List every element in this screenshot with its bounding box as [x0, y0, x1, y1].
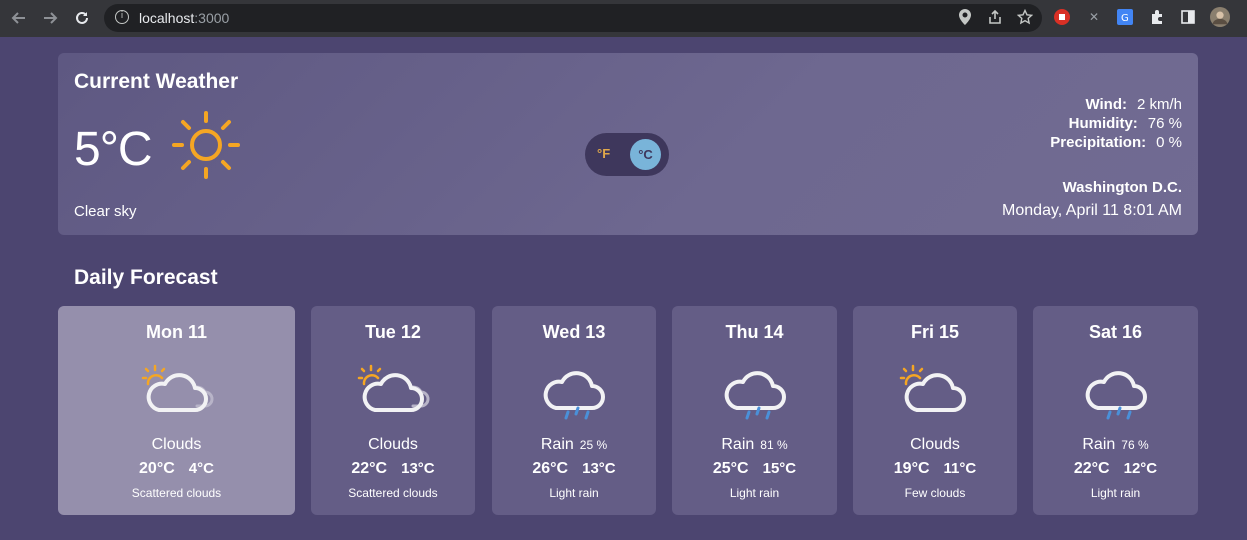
weather-stats: Wind: 2 km/h Humidity: 76 % Precipitation:… [1050, 95, 1182, 152]
stat-humidity: Humidity: 76 % [1068, 115, 1182, 132]
partly-cloudy-icon [135, 358, 219, 422]
high-temp: 19°C [893, 460, 930, 477]
side-panel-icon[interactable] [1178, 7, 1198, 27]
rain-cloud-icon [1074, 358, 1158, 422]
current-temperature: 5°C [74, 123, 153, 176]
high-temp: 20°C [139, 460, 175, 477]
stat-precipitation: Precipitation: 0 % [1050, 134, 1182, 151]
forecast-temps: 26°C 13°C [492, 460, 656, 478]
high-temp: 26°C [532, 460, 569, 477]
forecast-condition: Clouds [910, 436, 960, 453]
current-weather-card: Current Weather 5°C Clear sky °F °C Wind… [58, 53, 1198, 235]
forecast-day: Mon 11 [145, 322, 207, 342]
fahrenheit-option[interactable]: °F [597, 146, 610, 161]
address-bar[interactable]: i localhost:3000 [104, 4, 1042, 32]
forecast-condition: Rain 25 % [540, 436, 608, 453]
forecast-day: Tue 12 [365, 322, 421, 342]
forecast-card[interactable]: Mon 11 Clouds 20°C 4°C Scattered clouds [58, 306, 295, 515]
current-weather-title: Current Weather [74, 70, 239, 93]
forward-arrow-icon[interactable] [39, 7, 61, 29]
forecast-detail: Few clouds [904, 486, 966, 500]
forecast-condition: Clouds [368, 436, 418, 453]
partly-cloudy-icon [351, 358, 435, 422]
forecast-temps: 25°C 15°C [672, 460, 837, 478]
forecast-day: Thu 14 [725, 322, 784, 342]
forecast-card[interactable]: Tue 12 Clouds 22°C 13°C Scattered clouds [311, 306, 475, 515]
forecast-detail: Scattered clouds [348, 486, 438, 500]
browser-toolbar: i localhost:3000 ✕ G [0, 0, 1247, 37]
extension-x-icon[interactable]: ✕ [1084, 7, 1104, 27]
forecast-temps: 20°C 4°C [58, 460, 295, 478]
forecast-detail: Scattered clouds [131, 486, 222, 500]
forecast-condition: Rain 81 % [721, 436, 788, 453]
low-temp: 4°C [188, 460, 214, 477]
forecast-temps: 22°C 12°C [1033, 460, 1198, 478]
rain-cloud-icon [532, 358, 616, 422]
forecast-detail: Light rain [1090, 486, 1141, 500]
current-description: Clear sky [74, 203, 137, 220]
precipitation-probability: 76 % [1121, 438, 1149, 452]
low-temp: 12°C [1123, 460, 1158, 477]
info-icon[interactable]: i [115, 10, 129, 24]
precipitation-probability: 81 % [760, 438, 788, 452]
reload-icon[interactable] [71, 7, 93, 29]
forecast-day: Wed 13 [542, 322, 606, 342]
forecast-temps: 19°C 11°C [853, 460, 1017, 478]
celsius-option[interactable]: °C [630, 139, 661, 170]
high-temp: 22°C [351, 460, 388, 477]
current-datetime: Monday, April 11 8:01 AM [1002, 202, 1182, 219]
forecast-condition: Clouds [151, 436, 202, 453]
forecast-detail: Light rain [549, 486, 599, 500]
bookmark-star-icon[interactable] [1016, 8, 1034, 26]
forecast-day: Sat 16 [1088, 322, 1143, 342]
sun-icon [172, 111, 240, 179]
forecast-card[interactable]: Thu 14 Rain 81 % 25°C 15°C Light rain [672, 306, 837, 515]
location-name: Washington D.C. [1062, 179, 1182, 196]
high-temp: 25°C [712, 460, 749, 477]
stat-wind: Wind: 2 km/h [1085, 96, 1182, 113]
share-icon[interactable] [986, 8, 1004, 26]
forecast-day: Fri 15 [910, 322, 960, 342]
low-temp: 13°C [582, 460, 616, 477]
few-clouds-icon [893, 358, 977, 422]
high-temp: 22°C [1073, 460, 1110, 477]
extensions-puzzle-icon[interactable] [1147, 7, 1167, 27]
low-temp: 11°C [943, 460, 977, 477]
forecast-card[interactable]: Fri 15 Clouds 19°C 11°C Few clouds [853, 306, 1017, 515]
back-arrow-icon[interactable] [8, 7, 30, 29]
low-temp: 15°C [762, 460, 797, 477]
profile-avatar[interactable] [1210, 7, 1230, 27]
forecast-card[interactable]: Wed 13 Rain 25 % 26°C 13°C Light rain [492, 306, 656, 515]
rain-cloud-icon [713, 358, 797, 422]
forecast-card[interactable]: Sat 16 Rain 76 % 22°C 12°C Light rain [1033, 306, 1198, 515]
location-pin-icon[interactable] [956, 8, 974, 26]
low-temp: 13°C [401, 460, 435, 477]
extension-shield-icon[interactable] [1052, 7, 1072, 27]
forecast-title: Daily Forecast [74, 266, 218, 289]
url-text: localhost:3000 [139, 10, 230, 26]
forecast-condition: Rain 76 % [1082, 436, 1149, 453]
forecast-temps: 22°C 13°C [311, 460, 475, 478]
svg-text:G: G [1121, 13, 1129, 24]
translate-icon[interactable]: G [1115, 7, 1135, 27]
unit-toggle[interactable]: °F °C [585, 133, 669, 176]
precipitation-probability: 25 % [579, 438, 608, 452]
forecast-detail: Light rain [729, 486, 780, 500]
